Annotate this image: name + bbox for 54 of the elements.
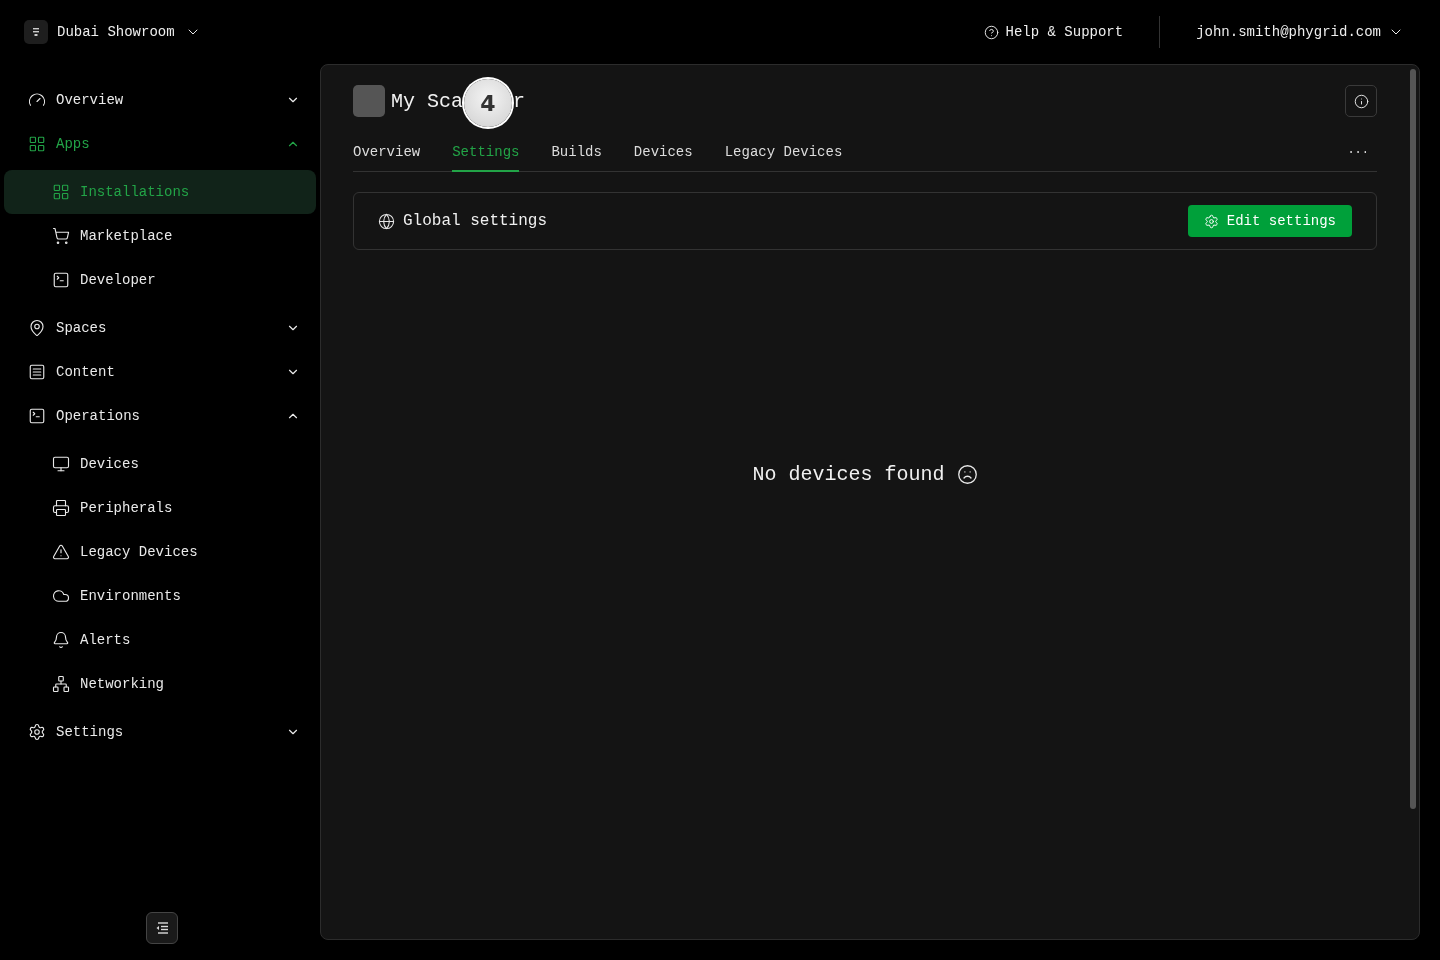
sidebar-subitem[interactable]: Networking	[4, 662, 316, 706]
gauge-icon	[28, 91, 46, 109]
sad-face-icon	[956, 464, 978, 485]
help-link[interactable]: Help & Support	[983, 24, 1124, 40]
sidebar-subitem[interactable]: Alerts	[4, 618, 316, 662]
app-title-end: r	[513, 89, 526, 113]
monitor-icon	[52, 455, 70, 473]
scrollbar[interactable]	[1410, 69, 1416, 809]
list-icon	[28, 363, 46, 381]
settings-icon	[1203, 213, 1219, 229]
sidebar-item[interactable]: Overview	[4, 78, 316, 122]
sidebar-item[interactable]: Operations	[4, 394, 316, 438]
sidebar-subitem[interactable]: Developer	[4, 258, 316, 302]
cart-icon	[52, 227, 70, 245]
sidebar-item[interactable]: Settings	[4, 710, 316, 754]
tab[interactable]: Builds	[551, 144, 602, 172]
help-icon	[983, 24, 999, 40]
sidebar-item[interactable]: Apps	[4, 122, 316, 166]
sidebar-subitem[interactable]: Marketplace	[4, 214, 316, 258]
tab[interactable]: Overview	[353, 144, 421, 172]
sidebar-item[interactable]: Spaces	[4, 306, 316, 350]
terminal-icon	[28, 407, 46, 425]
grid-icon	[28, 135, 46, 153]
cloud-icon	[52, 587, 70, 605]
sidebar-subitem[interactable]: Devices	[4, 442, 316, 486]
sidebar-subitem[interactable]: Legacy Devices	[4, 530, 316, 574]
collapse-sidebar-button[interactable]	[146, 912, 178, 944]
collapse-icon	[155, 922, 169, 934]
warning-icon	[52, 543, 70, 561]
card-title: Global settings	[403, 212, 549, 230]
app-icon	[353, 85, 385, 117]
globe-icon	[378, 212, 395, 230]
user-menu[interactable]: john.smith@phygrid.com	[1196, 24, 1404, 40]
tab[interactable]: Legacy Devices	[724, 144, 843, 172]
network-icon	[52, 675, 70, 693]
empty-message: No devices found	[752, 463, 945, 486]
workspace-logo-icon[interactable]	[24, 20, 48, 44]
sidebar-item[interactable]: Content	[4, 350, 316, 394]
bell-icon	[52, 631, 70, 649]
map-pin-icon	[28, 319, 46, 337]
sidebar-subitem[interactable]: Installations	[4, 170, 316, 214]
tab[interactable]: Devices	[633, 144, 693, 172]
sidebar-subitem[interactable]: Peripherals	[4, 486, 316, 530]
tab[interactable]: Settings	[452, 144, 520, 172]
terminal-icon	[52, 271, 70, 289]
settings-icon	[28, 723, 46, 741]
printer-icon	[52, 499, 70, 517]
sidebar-subitem[interactable]: Environments	[4, 574, 316, 618]
step-marker: 4	[464, 79, 512, 127]
more-button[interactable]: ...	[1339, 143, 1377, 171]
workspace-name[interactable]: Dubai Showroom	[57, 24, 175, 40]
info-button[interactable]	[1345, 85, 1377, 117]
grid-icon	[52, 183, 70, 201]
info-icon	[1353, 93, 1369, 109]
